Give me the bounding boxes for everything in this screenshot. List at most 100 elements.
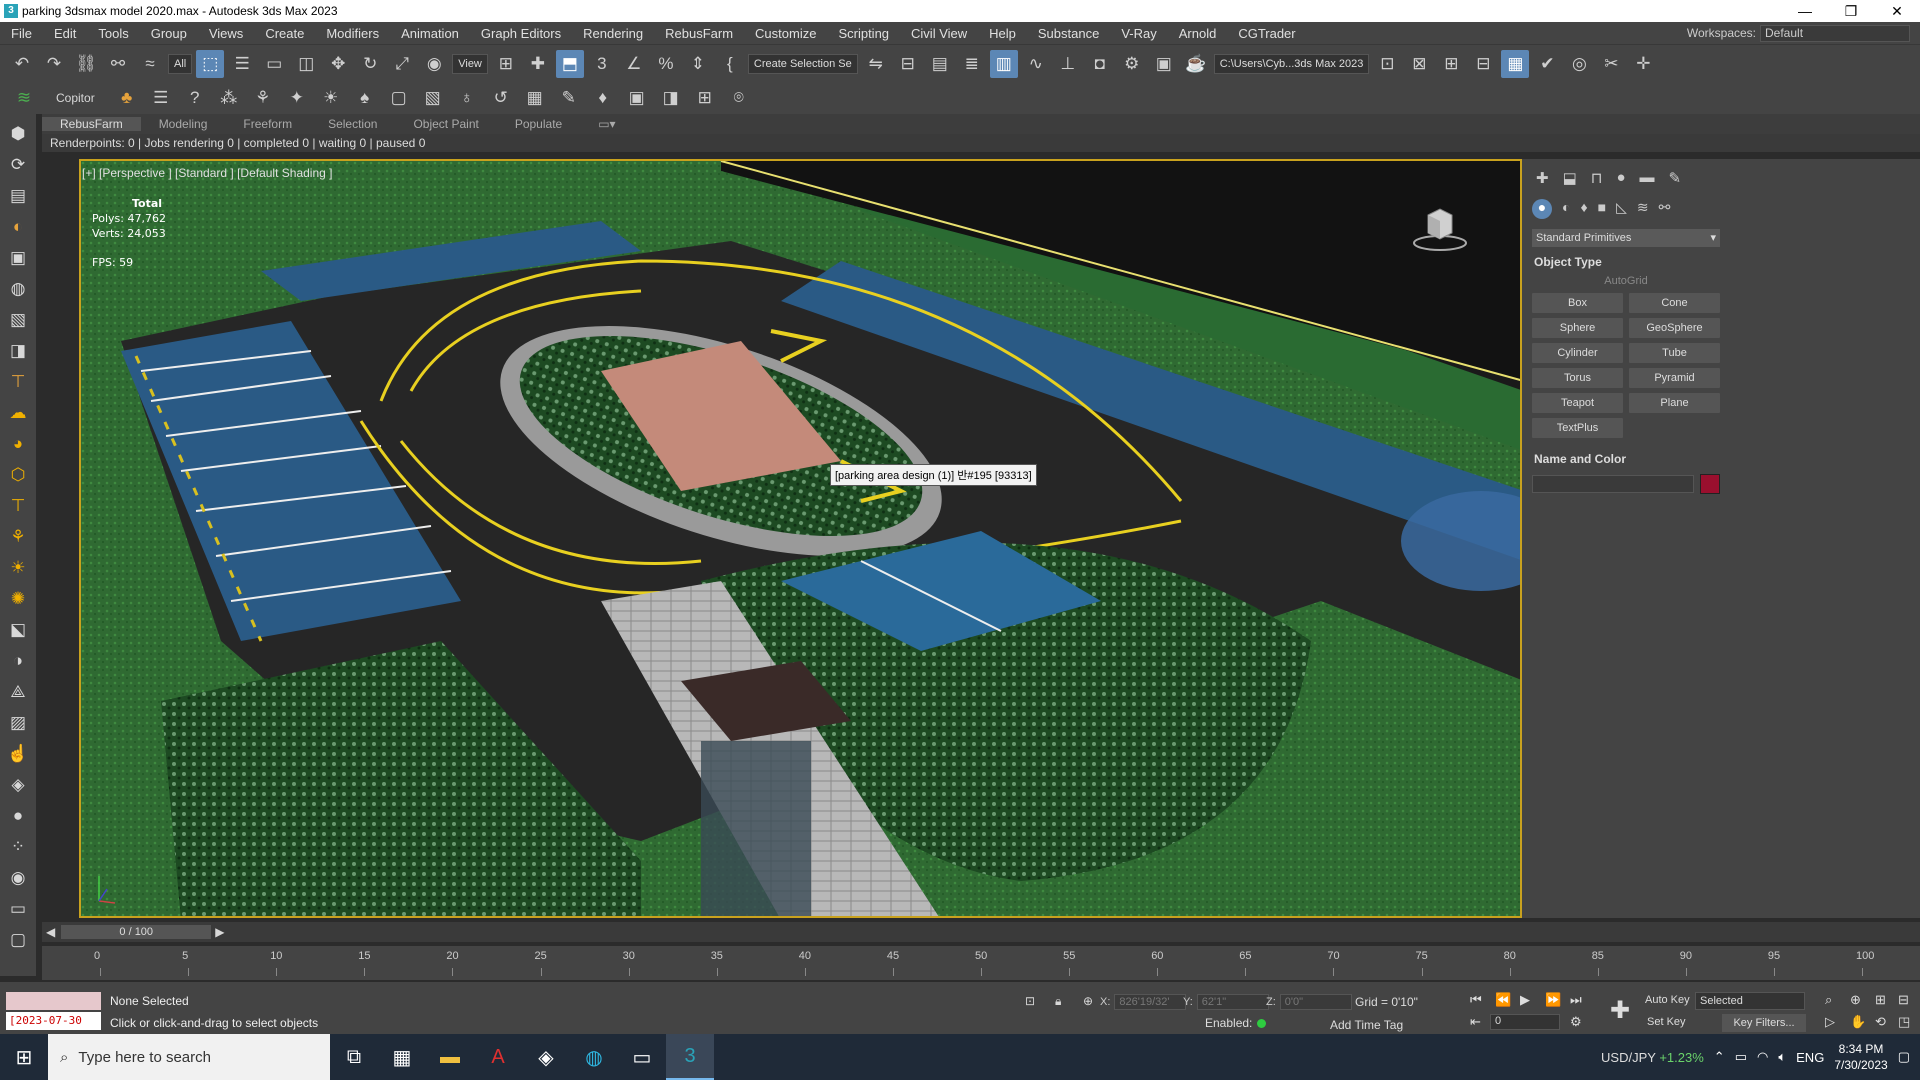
- tab-populate[interactable]: Populate: [497, 117, 580, 131]
- motion-tab-icon[interactable]: ●: [1616, 169, 1625, 187]
- scene-explorer-icon[interactable]: ▤: [926, 50, 954, 78]
- left-tool-6-icon[interactable]: ◍: [6, 275, 30, 302]
- network-icon[interactable]: ▭: [1735, 1049, 1747, 1065]
- check-icon[interactable]: ✔: [1533, 50, 1561, 78]
- percent-snap-icon[interactable]: %: [652, 50, 680, 78]
- scale-icon[interactable]: ⤢: [388, 50, 416, 78]
- autogrid-checkbox[interactable]: AutoGrid: [1532, 273, 1720, 293]
- menu-arnold[interactable]: Arnold: [1168, 26, 1228, 41]
- current-frame-input[interactable]: 0: [1490, 1014, 1560, 1030]
- left-tool-13-icon[interactable]: ⊤: [6, 492, 30, 519]
- zoom-icon[interactable]: ⌕: [1825, 992, 1832, 1008]
- tree-icon[interactable]: ♣: [113, 84, 141, 112]
- stack-icon[interactable]: ≋: [10, 84, 38, 112]
- helpers-icon[interactable]: ◺: [1616, 199, 1627, 219]
- pan-icon[interactable]: ✋: [1850, 1014, 1866, 1030]
- fov-icon[interactable]: ▷: [1825, 1014, 1835, 1030]
- left-tool-12-icon[interactable]: ⬡: [6, 461, 30, 488]
- left-tool-16-icon[interactable]: ✺: [6, 585, 30, 612]
- create-tab-icon[interactable]: ✚: [1536, 169, 1549, 187]
- named-selection-select[interactable]: Create Selection Se: [747, 53, 858, 74]
- tab-modeling[interactable]: Modeling: [141, 117, 226, 131]
- prev-frame-icon[interactable]: ◀: [46, 925, 55, 939]
- fx-widget[interactable]: USD/JPY +1.23%: [1601, 1050, 1704, 1065]
- schematic-view-icon[interactable]: ⊥: [1054, 50, 1082, 78]
- bulb-icon[interactable]: ♦: [589, 84, 617, 112]
- left-tool-5-icon[interactable]: ▣: [6, 244, 30, 271]
- tab-rebusfarm[interactable]: RebusFarm: [42, 117, 141, 131]
- play-icon[interactable]: ▶: [1520, 992, 1530, 1008]
- tab-freeform[interactable]: Freeform: [225, 117, 310, 131]
- plane-button[interactable]: Plane: [1629, 393, 1720, 413]
- rendered-frame-icon[interactable]: ▣: [1150, 50, 1178, 78]
- cameras-icon[interactable]: ■: [1598, 199, 1606, 219]
- y-input[interactable]: 62'1": [1196, 994, 1269, 1010]
- time-slider[interactable]: 0 / 100: [61, 925, 212, 939]
- left-tool-24-icon[interactable]: ⁘: [6, 833, 30, 860]
- hierarchy-tab-icon[interactable]: ⊓: [1591, 169, 1603, 187]
- shapes-icon[interactable]: ◐: [1562, 199, 1570, 219]
- lights-icon[interactable]: ♦: [1580, 199, 1587, 219]
- spacewarps-icon[interactable]: ≋: [1637, 199, 1649, 219]
- goto-start-icon[interactable]: ⏮: [1470, 992, 1482, 1008]
- cone-button[interactable]: Cone: [1629, 293, 1720, 313]
- mirror-icon[interactable]: ⇋: [862, 50, 890, 78]
- menu-file[interactable]: File: [0, 26, 43, 41]
- left-tool-9-icon[interactable]: ⊤: [6, 368, 30, 395]
- vpn-icon[interactable]: ◈: [522, 1034, 570, 1080]
- calculator-icon[interactable]: ▦: [378, 1034, 426, 1080]
- redo-icon[interactable]: ↷: [40, 50, 68, 78]
- vault-icon[interactable]: ▦: [1501, 49, 1530, 78]
- zoom-all-icon[interactable]: ⊕: [1850, 992, 1861, 1008]
- sun-icon[interactable]: ☀: [317, 84, 345, 112]
- notifications-icon[interactable]: ▢: [1898, 1049, 1910, 1065]
- viewcube-icon[interactable]: [1410, 203, 1470, 253]
- utilities-tab-icon[interactable]: ✎: [1669, 169, 1682, 187]
- box-button[interactable]: Box: [1532, 293, 1623, 313]
- window-crossing-icon[interactable]: ◫: [292, 50, 320, 78]
- restore-button[interactable]: ❐: [1828, 0, 1874, 22]
- edge-icon[interactable]: ◍: [570, 1034, 618, 1080]
- link-icon[interactable]: ⛓: [72, 50, 100, 78]
- menu-civil-view[interactable]: Civil View: [900, 26, 978, 41]
- language-indicator[interactable]: ENG: [1796, 1050, 1824, 1065]
- set-key-plus-icon[interactable]: ✚: [1610, 996, 1630, 1025]
- move-icon[interactable]: ✥: [324, 50, 352, 78]
- viewport-label[interactable]: [+] [Perspective ] [Standard ] [Default …: [82, 166, 332, 180]
- menu-rendering[interactable]: Rendering: [572, 26, 654, 41]
- left-tool-27-icon[interactable]: ▢: [6, 926, 30, 953]
- snap-grid-icon[interactable]: ⊞: [691, 84, 719, 112]
- time-tag-toggle[interactable]: Enabled:: [1205, 1016, 1267, 1030]
- spinner-snap-icon[interactable]: ⇕: [684, 50, 712, 78]
- plus-icon[interactable]: ✛: [1629, 50, 1657, 78]
- left-tool-21-icon[interactable]: ☝: [6, 740, 30, 767]
- menu-group[interactable]: Group: [140, 26, 198, 41]
- left-tool-8-icon[interactable]: ◨: [6, 337, 30, 364]
- sphere-button[interactable]: Sphere: [1532, 318, 1623, 338]
- ref-coord-select[interactable]: View: [452, 53, 488, 74]
- left-tool-20-icon[interactable]: ▨: [6, 709, 30, 736]
- maxscript-listener[interactable]: [6, 992, 101, 1010]
- geometry-icon[interactable]: ●: [1532, 199, 1552, 219]
- place-icon[interactable]: ◉: [420, 50, 448, 78]
- light-icon[interactable]: ✦: [283, 84, 311, 112]
- menu-tools[interactable]: Tools: [87, 26, 139, 41]
- keyboard-shortcut-icon[interactable]: ⬒: [555, 49, 584, 78]
- pivot-icon[interactable]: ⊞: [492, 50, 520, 78]
- selection-filter-select[interactable]: All: [168, 53, 193, 74]
- key-filters-button[interactable]: Key Filters...: [1722, 1014, 1806, 1032]
- display-tab-icon[interactable]: ▬: [1640, 169, 1655, 187]
- left-tool-22-icon[interactable]: ◈: [6, 771, 30, 798]
- refresh-icon[interactable]: ↺: [487, 84, 515, 112]
- left-tool-15-icon[interactable]: ☀: [6, 554, 30, 581]
- pyramid-button[interactable]: Pyramid: [1629, 368, 1720, 388]
- left-tool-2-icon[interactable]: ⟳: [6, 151, 30, 178]
- zoom-extents-icon[interactable]: ⊞: [1875, 992, 1886, 1008]
- object-color-swatch[interactable]: [1700, 474, 1720, 494]
- angle-snap-icon[interactable]: ∠: [620, 50, 648, 78]
- systems-icon[interactable]: ⚯: [1659, 199, 1671, 219]
- export-icon[interactable]: ⊟: [1469, 50, 1497, 78]
- next-frame-icon[interactable]: ▶: [215, 925, 224, 939]
- material-editor-icon[interactable]: ◘: [1086, 50, 1114, 78]
- goto-end-icon[interactable]: ⏭: [1570, 992, 1582, 1008]
